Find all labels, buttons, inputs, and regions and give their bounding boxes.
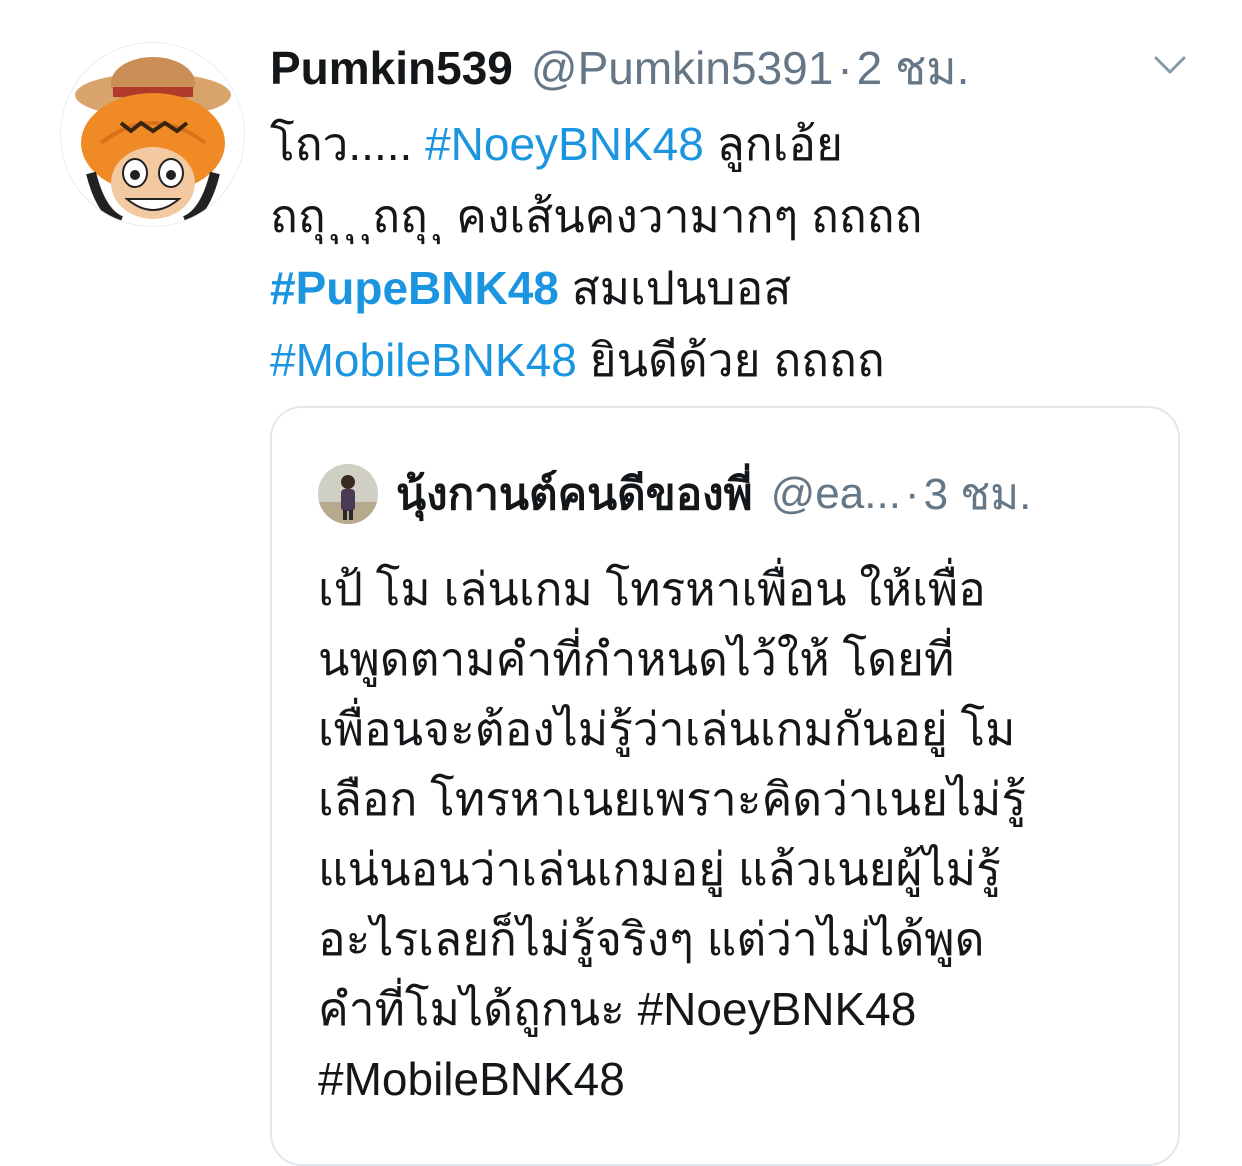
tweet-text-line: ถถุ ุ ุ ุถถุ ุ คงเส้นคงวามากๆ ถถถถ [270,180,1170,252]
quoted-tweet-text-line: คำที่โมได้ถูกนะ #NoeyBNK48 [318,983,917,1035]
separator-dot: · [904,469,920,518]
quoted-tweet-text-line: อะไรเลยก็ไม่รู้จริงๆ แต่ว่าไม่ได้พูด [318,913,985,965]
tweet-header: Pumkin539 @Pumkin5391 · 2 ชม. [270,38,969,98]
person-photo-icon [318,464,378,524]
tweet-text-segment: ลูกเอ้ย [703,118,843,170]
author-avatar[interactable] [60,42,245,227]
quoted-tweet-card[interactable]: นุ้งกานต์คนดีของพี่ @ea... · 3 ชม. เป้ โ… [270,406,1180,1166]
hashtag-link[interactable]: #NoeyBNK48 [425,118,704,170]
quoted-author-avatar[interactable] [318,464,378,524]
quoted-author-name[interactable]: นุ้งกานต์คนดีของพี่ [396,459,753,529]
quoted-tweet-header: นุ้งกานต์คนดีของพี่ @ea... · 3 ชม. [318,464,1031,524]
hashtag-link[interactable]: #MobileBNK48 [270,334,577,386]
quoted-tweet-text-line: แน่นอนว่าเล่นเกมอยู่ แล้วเนยผู้ไม่รู้ [318,843,1001,895]
tweet[interactable]: Pumkin539 @Pumkin5391 · 2 ชม. โถว..... #… [0,0,1242,1166]
chevron-down-icon[interactable] [1150,50,1190,80]
quoted-tweet-text-line: เป้ โม เล่นเกม โทรหาเพื่อน ให้เพื่อ [318,563,986,615]
tweet-text-segment: โถว..... [270,118,426,170]
pumpkin-hat-character-icon [61,43,244,226]
tweet-text-segment: ถถุ ุ ุ ุถถุ ุ คงเส้นคงวามากๆ ถถถถ [270,190,923,242]
tweet-text-line: #PupeBNK48 สมเปนบอส [270,252,1170,324]
quoted-tweet-text-line: เพื่อนจะต้องไม่รู้ว่าเล่นเกมกันอยู่ โม [318,703,1016,755]
quoted-tweet-text-line: เลือก โทรหาเนยเพราะคิดว่าเนยไม่รู้ [318,773,1027,825]
tweet-text-segment: สมเปนบอส [558,262,792,314]
tweet-text: โถว..... #NoeyBNK48 ลูกเอ้ยถถุ ุ ุ ุถถุ … [270,108,1170,396]
separator-dot: · [837,42,853,94]
quoted-author-handle[interactable]: @ea... [771,469,901,519]
tweet-text-line: #MobileBNK48 ยินดีด้วย ถถถถ [270,324,1170,396]
quoted-tweet-text: เป้ โม เล่นเกม โทรหาเพื่อน ให้เพื่อนพูดต… [318,554,1138,1114]
tweet-text-segment: ยินดีด้วย ถถถถ [576,334,885,386]
hashtag-link[interactable]: #PupeBNK48 [270,262,559,314]
author-name[interactable]: Pumkin539 [270,38,513,98]
quoted-tweet-text-line: นพูดตามคำที่กำหนดไว้ให้ โดยที่ [318,633,955,685]
tweet-text-line: โถว..... #NoeyBNK48 ลูกเอ้ย [270,108,1170,180]
author-handle[interactable]: @Pumkin5391 [531,38,833,98]
quoted-tweet-text-line: #MobileBNK48 [318,1053,625,1105]
quoted-tweet-timestamp[interactable]: 3 ชม. [924,459,1032,529]
tweet-timestamp[interactable]: 2 ชม. [857,38,970,98]
